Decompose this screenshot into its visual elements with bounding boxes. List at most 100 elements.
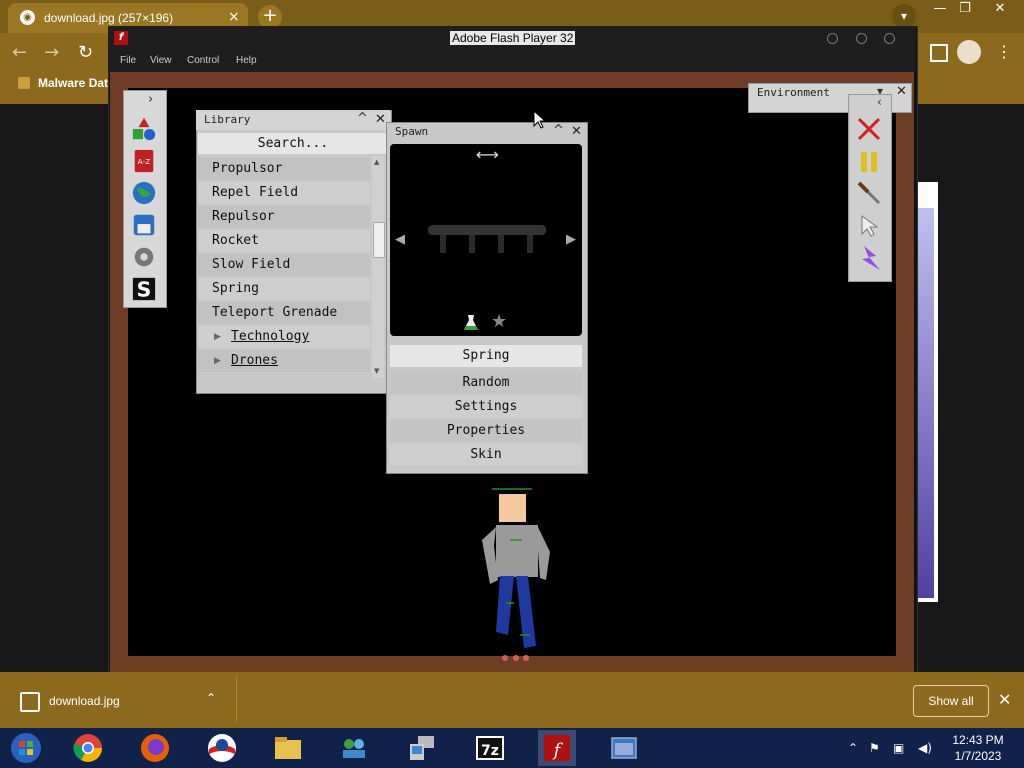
tab-search-icon[interactable]: ▾ bbox=[892, 4, 916, 28]
window-app-icon[interactable] bbox=[608, 732, 640, 764]
next-arrow-icon[interactable]: ▶ bbox=[566, 232, 576, 247]
svg-text:S: S bbox=[137, 277, 152, 301]
s-icon[interactable]: S bbox=[130, 276, 158, 302]
library-item-repulsor[interactable]: Repulsor bbox=[198, 206, 370, 228]
environment-close-button[interactable]: ✕ bbox=[896, 84, 907, 99]
library-scrollbar[interactable] bbox=[372, 156, 384, 378]
show-all-button[interactable]: Show all bbox=[913, 685, 989, 717]
reload-button[interactable]: ↻ bbox=[78, 42, 93, 63]
file-explorer-icon[interactable] bbox=[272, 732, 304, 764]
flash-window-title: Adobe Flash Player 32 bbox=[450, 31, 576, 45]
tab-close-button[interactable]: × bbox=[228, 9, 240, 25]
flask-icon[interactable] bbox=[462, 314, 480, 332]
clock-date: 1/7/2023 bbox=[954, 749, 1002, 763]
menu-kebab-icon[interactable]: ⋮ bbox=[996, 42, 1012, 61]
spawn-properties-button[interactable]: Properties bbox=[390, 420, 582, 442]
taskbar-clock[interactable]: 12:43 PM 1/7/2023 bbox=[948, 732, 1008, 764]
chrome-icon[interactable] bbox=[72, 732, 104, 764]
profile-avatar[interactable] bbox=[957, 40, 981, 64]
library-close-button[interactable]: ✕ bbox=[375, 112, 386, 127]
knife-icon[interactable] bbox=[856, 180, 882, 206]
scroll-down-icon[interactable]: ▼ bbox=[374, 367, 379, 375]
file-icon bbox=[20, 692, 40, 712]
library-item-teleport-grenade[interactable]: Teleport Grenade bbox=[198, 302, 370, 324]
chevron-right-icon[interactable]: › bbox=[148, 92, 153, 107]
clock-time: 12:43 PM bbox=[952, 733, 1004, 747]
spawn-settings-button[interactable]: Settings bbox=[390, 396, 582, 418]
spawn-skin-button[interactable]: Skin bbox=[390, 444, 582, 466]
library-item-spring[interactable]: Spring bbox=[198, 278, 370, 300]
flag-icon[interactable]: ⚑ bbox=[869, 741, 880, 755]
7zip-icon[interactable]: 7z bbox=[474, 732, 506, 764]
flash-player-icon[interactable]: f bbox=[541, 732, 573, 764]
globe-icon: ◉ bbox=[20, 10, 35, 25]
flash-minimize-button[interactable] bbox=[827, 33, 838, 44]
menu-control[interactable]: Control bbox=[187, 55, 219, 66]
divider bbox=[236, 676, 237, 722]
chevron-up-icon[interactable]: ⌃ bbox=[206, 691, 216, 705]
previous-arrow-icon[interactable]: ◀ bbox=[395, 232, 405, 247]
chevron-left-icon[interactable]: ‹ bbox=[877, 95, 882, 109]
library-item-rocket[interactable]: Rocket bbox=[198, 230, 370, 252]
lightning-icon[interactable] bbox=[856, 244, 882, 272]
library-item-propulsor[interactable]: Propulsor bbox=[198, 158, 370, 180]
flash-logo-icon: f bbox=[114, 31, 128, 45]
library-minimize-button[interactable]: ^ bbox=[357, 111, 368, 126]
expand-icon[interactable]: ▶ bbox=[214, 332, 221, 342]
library-search-input[interactable]: Search... bbox=[198, 133, 388, 154]
library-folder-technology[interactable]: Technology bbox=[198, 326, 370, 348]
firefox-icon[interactable] bbox=[139, 732, 171, 764]
download-bar bbox=[0, 672, 1024, 728]
menu-help[interactable]: Help bbox=[236, 55, 257, 66]
shapes-icon[interactable] bbox=[130, 116, 158, 142]
restore-button[interactable]: ❐ bbox=[950, 0, 980, 20]
network-computer-icon[interactable] bbox=[406, 732, 438, 764]
mouse-cursor-icon bbox=[533, 110, 547, 129]
svg-text:A-Z: A-Z bbox=[138, 157, 151, 166]
globe-icon[interactable] bbox=[130, 180, 158, 206]
flash-close-button[interactable] bbox=[884, 33, 895, 44]
library-item-slow-field[interactable]: Slow Field bbox=[198, 254, 370, 276]
library-item-repel-field[interactable]: Repel Field bbox=[198, 182, 370, 204]
cursor-icon[interactable] bbox=[860, 214, 880, 238]
library-folder-drones[interactable]: Drones bbox=[198, 350, 370, 372]
environment-title: Environment bbox=[757, 86, 830, 99]
spring-preview-icon bbox=[428, 225, 546, 253]
spawn-selected-label[interactable]: Spring bbox=[390, 345, 582, 367]
spawn-random-button[interactable]: Random bbox=[390, 372, 582, 394]
start-button-icon[interactable] bbox=[10, 732, 42, 764]
spawn-title: Spawn bbox=[395, 125, 429, 138]
library-title: Library bbox=[204, 113, 251, 126]
scroll-up-icon[interactable]: ▲ bbox=[374, 158, 379, 166]
menu-view[interactable]: View bbox=[150, 55, 172, 66]
flash-maximize-button[interactable] bbox=[856, 33, 867, 44]
volume-icon[interactable]: ◀) bbox=[918, 741, 932, 755]
resize-arrows-icon[interactable]: ⟷ bbox=[476, 145, 499, 164]
obama-campaign-icon[interactable] bbox=[206, 732, 238, 764]
az-icon[interactable]: A-Z bbox=[130, 148, 158, 174]
spawn-minimize-button[interactable]: ^ bbox=[553, 123, 564, 138]
show-hidden-icons[interactable]: ⌃ bbox=[848, 741, 858, 755]
save-icon[interactable] bbox=[130, 212, 158, 238]
tab-title: download.jpg (257×196) bbox=[44, 11, 174, 25]
menu-file[interactable]: File bbox=[120, 55, 136, 66]
bookmark-icon bbox=[18, 77, 30, 89]
flash-menubar bbox=[108, 52, 916, 72]
expand-icon[interactable]: ▶ bbox=[214, 356, 221, 366]
download-filename[interactable]: download.jpg bbox=[49, 694, 120, 708]
ragdoll-character[interactable] bbox=[460, 480, 560, 665]
library-scroll-thumb[interactable] bbox=[373, 222, 385, 258]
forward-button[interactable]: → bbox=[44, 42, 59, 63]
spawn-close-button[interactable]: ✕ bbox=[571, 124, 582, 139]
window-close-button[interactable]: ✕ bbox=[985, 0, 1015, 20]
star-icon[interactable]: ★ bbox=[491, 311, 507, 332]
network-users-icon[interactable] bbox=[338, 732, 370, 764]
delete-icon[interactable] bbox=[856, 116, 882, 142]
download-bar-close-button[interactable]: ✕ bbox=[998, 690, 1011, 709]
network-icon[interactable]: ▣ bbox=[893, 741, 904, 755]
pause-icon[interactable] bbox=[858, 150, 880, 174]
bookmark-item[interactable]: Malware Data bbox=[38, 76, 115, 90]
back-button[interactable]: ← bbox=[12, 42, 27, 63]
gear-icon[interactable] bbox=[130, 244, 158, 270]
side-panel-icon[interactable] bbox=[930, 44, 948, 62]
